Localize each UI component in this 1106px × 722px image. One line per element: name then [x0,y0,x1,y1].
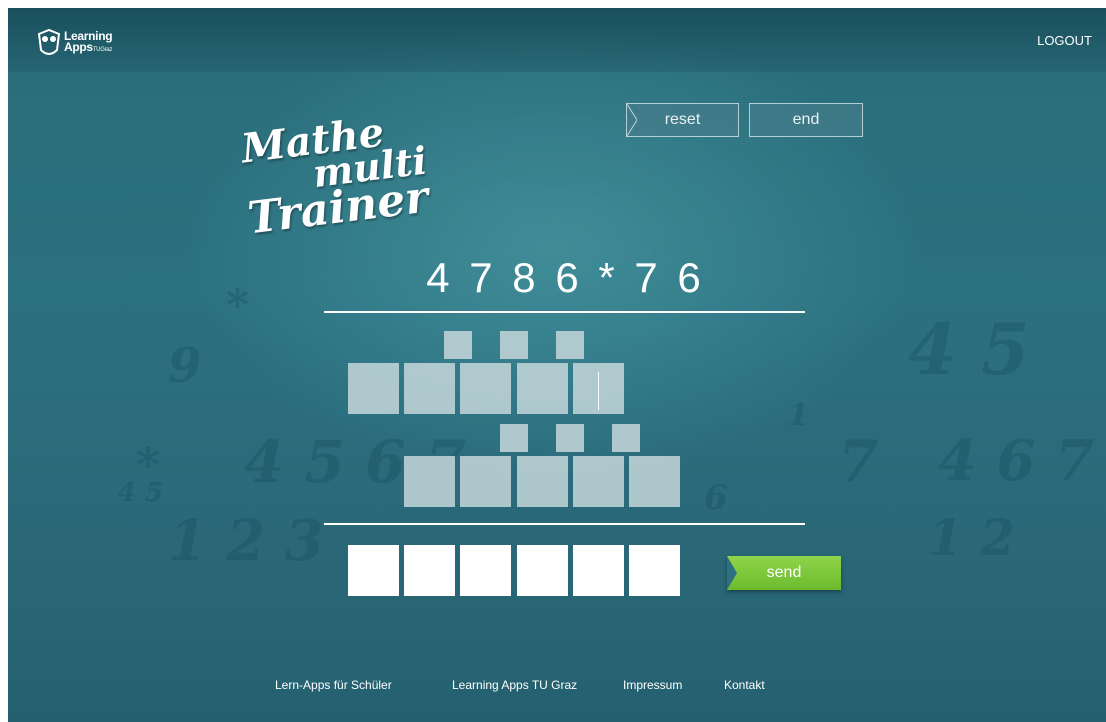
answer-cell[interactable] [348,545,399,596]
carry-cell[interactable] [556,424,584,452]
footer-link-learning-apps-tugraz[interactable]: Learning Apps TU Graz [452,678,577,692]
send-label: send [766,564,802,581]
footer-link-lern-apps[interactable]: Lern-Apps für Schüler [275,678,392,692]
divider-top [324,311,805,313]
carry-cell[interactable] [500,424,528,452]
problem-expression: 4 7 8 6 * 7 6 [426,254,702,301]
mathe-multi-trainer-logo: Mathe multi Trainer [233,102,447,255]
top-bar: Learning AppsTUGraz LOGOUT [8,8,1106,72]
partial-product-cell[interactable] [517,363,568,414]
partial-product-cell[interactable] [404,456,455,507]
partial-product-cell[interactable] [629,456,680,507]
title-line3: Trainer [245,171,432,245]
footer: Lern-Apps für Schüler Learning Apps TU G… [8,678,1106,696]
answer-cell[interactable] [517,545,568,596]
learning-apps-logo[interactable]: Learning AppsTUGraz [36,26,113,60]
carry-cell[interactable] [500,331,528,359]
end-label: end [792,111,820,128]
divider-bottom [324,523,805,525]
reset-label: reset [664,111,701,128]
carry-cell[interactable] [444,331,472,359]
answer-cell[interactable] [460,545,511,596]
partial-product-cell[interactable] [517,456,568,507]
answer-cell[interactable] [573,545,624,596]
carry-cell[interactable] [556,331,584,359]
partial-product-cell[interactable] [573,456,624,507]
partial-product-cell[interactable] [460,363,511,414]
reset-button[interactable]: reset [626,103,739,137]
carry-cell[interactable] [612,424,640,452]
send-button[interactable]: send [727,556,841,590]
answer-cell[interactable] [629,545,680,596]
logout-link[interactable]: LOGOUT [1037,33,1092,48]
partial-product-cell[interactable] [460,456,511,507]
partial-product-cell[interactable] [404,363,455,414]
app-canvas: 9 * * 4 5 4 5 6 7 1 2 3 4 5 4 6 7 7 1 2 … [8,8,1106,722]
logo-line2: Apps [64,39,93,54]
arrow-notch-icon [727,556,737,590]
end-button[interactable]: end [749,103,863,137]
text-caret [598,372,599,410]
logo-small: TUGraz [92,46,113,53]
answer-cell[interactable] [404,545,455,596]
footer-link-kontakt[interactable]: Kontakt [724,678,765,692]
partial-product-cell[interactable] [348,363,399,414]
owl-icon [37,28,61,55]
arrow-notch-icon [627,104,637,136]
footer-link-impressum[interactable]: Impressum [623,678,682,692]
logo-text: Learning AppsTUGraz [64,30,113,56]
